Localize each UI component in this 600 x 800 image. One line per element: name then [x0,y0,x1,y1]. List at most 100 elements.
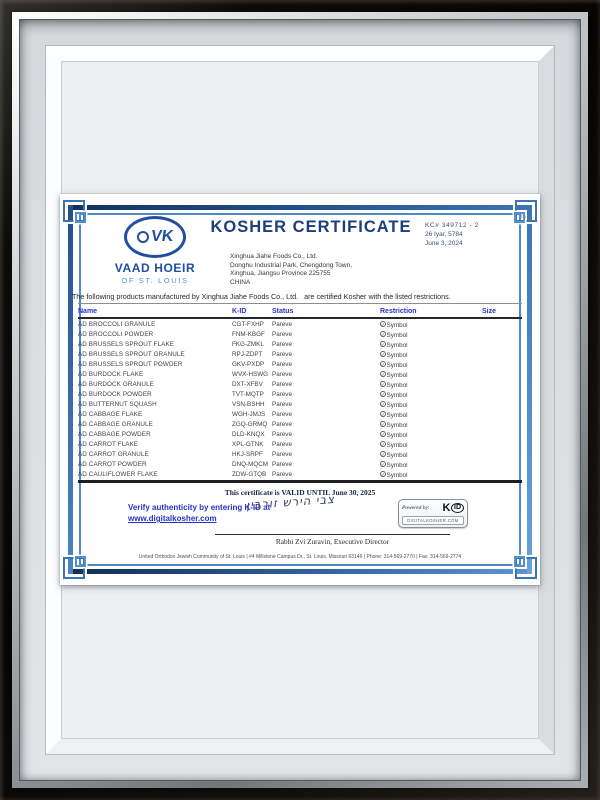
table-row: AD CARROT GRANULEHKJ-SRPFPareveSymbol [78,449,522,459]
table-body: AD BROCCOLI GRANULECGT-FXHPPareveSymbolA… [78,319,522,479]
product-name: AD CARROT FLAKE [78,441,232,448]
table-row: AD CABBAGE POWDERDLD-KNQXPareveSymbol [78,429,522,439]
product-kid: WVX-HSWG [232,371,272,378]
symbol-check-icon [380,321,386,327]
product-name: AD CABBAGE FLAKE [78,411,232,418]
digitalkosher-link: www.digitalkosher.com [128,513,270,524]
product-kid: TVT-MQTP [232,391,272,398]
product-status: Pareve [272,321,380,328]
company-name: Xinghua Jiahe Foods Co., Ltd. [230,253,352,262]
product-status: Pareve [272,411,380,418]
product-name: AD BRUSSELS SPROUT GRANULE [78,351,232,358]
product-status: Pareve [272,391,380,398]
kid-logo-k: K [443,502,451,514]
certificate-number: KC# 349712 - 2 [425,221,479,230]
product-restriction: Symbol [380,351,482,358]
product-name: AD BURDOCK POWDER [78,391,232,398]
table-row: AD CAULIFLOWER FLAKEZDW-GTQBPareveSymbol [78,469,522,479]
product-status: Pareve [272,371,380,378]
border-band-left [68,205,73,574]
symbol-check-icon [380,371,386,377]
symbol-check-icon [380,351,386,357]
certificate-paper: בס"ד VK VAAD HOEIR OF ST. LOUIS KOSHER C… [60,194,540,585]
product-name: AD BROCCOLI POWDER [78,331,232,338]
symbol-check-icon [380,411,386,417]
table-row: AD BUTTERNUT SQUASHVSN-BSHHPareveSymbol [78,399,522,409]
product-kid: HKJ-SRPF [232,451,272,458]
ovk-logo-icon: VK [124,216,186,258]
company-address-2: Xinghua, Jiangsu Province 225755 [230,270,352,279]
table-row: AD BRUSSELS SPROUT GRANULERPJ-ZDPTPareve… [78,349,522,359]
symbol-check-icon [380,461,386,467]
product-restriction: Symbol [380,411,482,418]
table-row: AD BURDOCK POWDERTVT-MQTPPareveSymbol [78,389,522,399]
table-row: AD BRUSSELS SPROUT FLAKEFKG-ZMKLPareveSy… [78,339,522,349]
symbol-check-icon [380,361,386,367]
product-restriction: Symbol [380,321,482,328]
organization-footer: United Orthodox Jewish Community of St. … [80,554,520,560]
symbol-check-icon [380,341,386,347]
product-name: AD CABBAGE POWDER [78,431,232,438]
product-status: Pareve [272,421,380,428]
product-restriction: Symbol [380,471,482,478]
signature-line [215,534,450,535]
product-status: Pareve [272,361,380,368]
product-name: AD CARROT GRANULE [78,451,232,458]
product-name: AD BURDOCK FLAKE [78,371,232,378]
product-name: AD BUTTERNUT SQUASH [78,401,232,408]
table-row: AD BROCCOLI GRANULECGT-FXHPPareveSymbol [78,319,522,329]
product-restriction: Symbol [380,431,482,438]
product-name: AD BROCCOLI GRANULE [78,321,232,328]
logo-o-circle [137,231,149,243]
product-restriction: Symbol [380,331,482,338]
symbol-check-icon [380,401,386,407]
table-row: AD BRUSSELS SPROUT POWDERGKV-PXDPPareveS… [78,359,522,369]
table-rule-top [78,303,522,304]
product-status: Pareve [272,451,380,458]
product-restriction: Symbol [380,391,482,398]
table-row: AD BURDOCK FLAKEWVX-HSWGPareveSymbol [78,369,522,379]
product-kid: XPL-GTNK [232,441,272,448]
border-corner-square-small [75,212,86,223]
border-band-top [68,205,532,210]
product-status: Pareve [272,341,380,348]
product-restriction: Symbol [380,341,482,348]
framed-certificate-photo: בס"ד VK VAAD HOEIR OF ST. LOUIS KOSHER C… [0,0,600,800]
kid-logo-id: ID [451,503,464,513]
col-header-status: Status [272,308,380,315]
company-address-1: Donghu Industrial Park, Chengdong Town, [230,262,352,271]
kid-logo-icon: K ID [443,502,464,514]
symbol-check-icon [380,471,386,477]
product-kid: FKG-ZMKL [232,341,272,348]
product-restriction: Symbol [380,421,482,428]
kid-powered-badge: Powered by: K ID DIGITALKOSHER.COM [398,499,468,528]
bsd-hebrew-mark: בס"ד [513,214,526,220]
table-rule-bottom [78,480,522,483]
product-kid: VSN-BSHH [232,401,272,408]
product-kid: ZDW-GTQB [232,471,272,478]
product-restriction: Symbol [380,451,482,458]
table-row: AD CARROT POWDERDNQ-MQCMPareveSymbol [78,459,522,469]
product-status: Pareve [272,401,380,408]
certificate-title: KOSHER CERTIFICATE [208,218,414,237]
product-kid: ZGQ-GRMQ [232,421,272,428]
product-kid: DNQ-MQCM [232,461,272,468]
symbol-check-icon [380,431,386,437]
symbol-check-icon [380,381,386,387]
table-row: AD CABBAGE GRANULEZGQ-GRMQPareveSymbol [78,419,522,429]
col-header-size: Size [482,308,522,315]
product-kid: DXT-XFBV [232,381,272,388]
col-header-restriction: Restriction [380,308,482,315]
vaad-hoeir-logo: VK VAAD HOEIR OF ST. LOUIS [90,216,220,285]
product-name: AD CABBAGE GRANULE [78,421,232,428]
product-name: AD BURDOCK GRANULE [78,381,232,388]
powered-by-label: Powered by: [402,505,430,511]
col-header-kid: K-ID [232,308,272,315]
product-restriction: Symbol [380,401,482,408]
product-restriction: Symbol [380,441,482,448]
table-row: AD BROCCOLI POWDERFNM-KBGFPareveSymbol [78,329,522,339]
product-kid: RPJ-ZDPT [232,351,272,358]
hebrew-date: 26 Iyar, 5784 [425,230,479,239]
product-status: Pareve [272,441,380,448]
product-name: AD CAULIFLOWER FLAKE [78,471,232,478]
